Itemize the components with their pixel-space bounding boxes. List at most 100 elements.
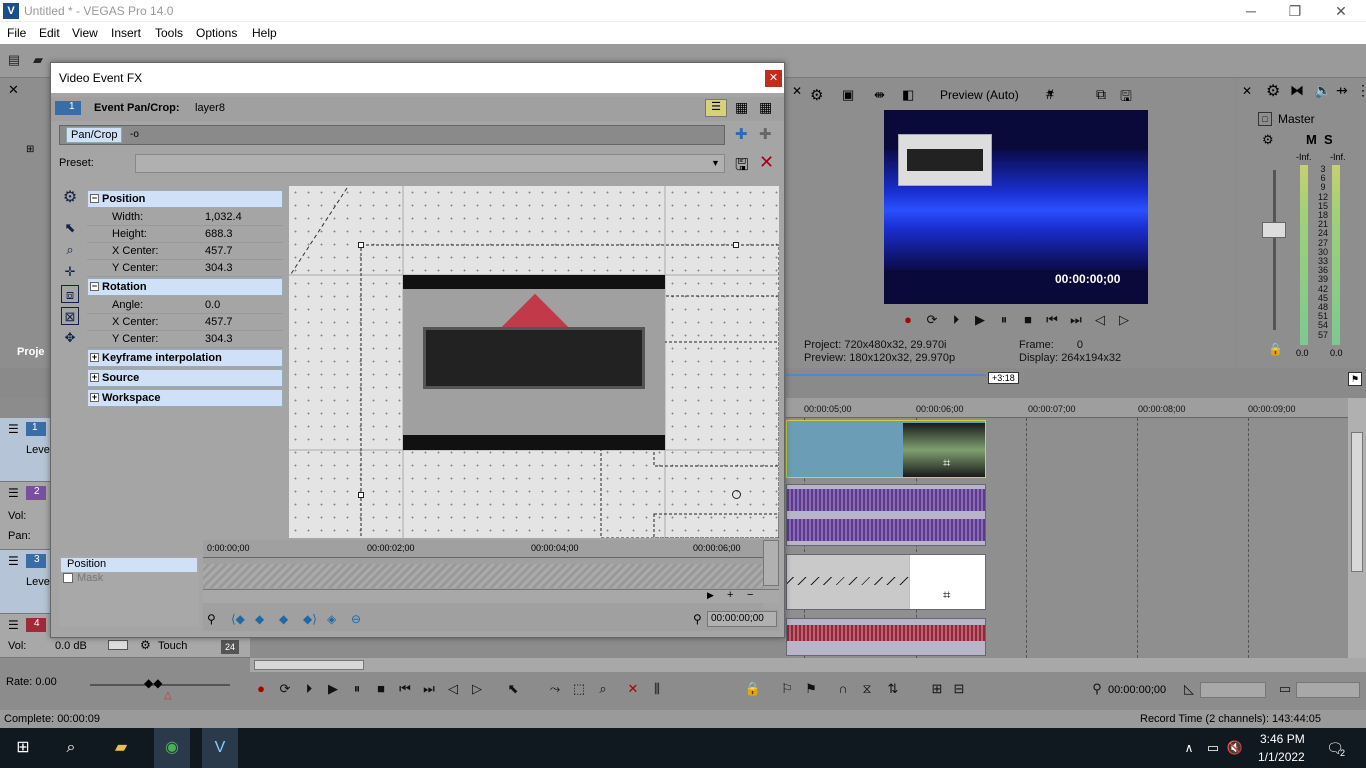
save-snapshot-icon[interactable]: 🖫 xyxy=(1120,86,1132,110)
prop-value-angle[interactable]: 0.0 xyxy=(205,299,283,315)
trim-icon[interactable]: ⫼ xyxy=(648,680,666,698)
remove-plugin-icon[interactable]: ✚ xyxy=(759,125,772,143)
sync-cursor-icon[interactable]: ⚲ xyxy=(207,612,216,626)
next-frame-icon[interactable]: ▷ xyxy=(1115,311,1133,329)
stop-icon[interactable]: ■ xyxy=(372,680,390,698)
expand-icon[interactable]: + xyxy=(90,373,99,382)
chrome-icon[interactable]: ◉ xyxy=(154,728,190,768)
track-minimize-icon[interactable]: ☰ xyxy=(8,554,19,568)
preview-mode-dropdown[interactable]: Preview (Auto) xyxy=(940,88,1019,102)
external-monitor-icon[interactable]: ▣ xyxy=(842,87,854,103)
snapping-icon[interactable]: ∩ xyxy=(834,680,852,698)
keyframe-lane[interactable] xyxy=(203,564,763,588)
volume-slider[interactable] xyxy=(108,640,128,650)
last-keyframe-icon[interactable]: ◆⟩ xyxy=(303,612,317,626)
pause-icon[interactable]: ⏸ xyxy=(995,311,1013,329)
go-to-start-icon[interactable]: ⏮ xyxy=(1043,311,1061,329)
stop-icon[interactable]: ■ xyxy=(1019,311,1037,329)
prop-value-y-center[interactable]: 304.3 xyxy=(205,262,283,278)
normal-edit-tool-icon[interactable]: ⬉ xyxy=(504,680,522,698)
section-workspace[interactable]: + Workspace xyxy=(87,389,283,407)
next-keyframe-icon[interactable]: ◆ xyxy=(279,612,288,626)
cursor-timecode[interactable]: 00:00:00;00 xyxy=(1108,684,1166,696)
enable-snapping-icon[interactable]: ⧈ xyxy=(61,285,79,303)
move-anchor-icon[interactable]: ✛ xyxy=(61,263,79,281)
prop-value-rot-y-center[interactable]: 304.3 xyxy=(205,333,283,349)
go-to-end-icon[interactable]: ⏭ xyxy=(420,680,438,698)
keyframe-track-mask[interactable]: Mask xyxy=(77,572,103,584)
keyframe-timecode[interactable]: 00:00:00;00 xyxy=(707,611,777,627)
master-solo-button[interactable]: S xyxy=(1324,132,1333,147)
taskbar-clock-date[interactable]: 1/1/2022 xyxy=(1258,750,1305,764)
close-window-button[interactable]: ✕ xyxy=(1318,2,1364,20)
keyframe-horizontal-scrollbar[interactable]: ▶ + − xyxy=(203,589,779,603)
show-hidden-icons-icon[interactable]: ∧ xyxy=(1176,736,1202,760)
play-icon[interactable]: ▶ xyxy=(971,311,989,329)
tree-expand-icon[interactable]: ⊞ xyxy=(26,144,34,155)
next-frame-icon[interactable]: ▷ xyxy=(468,680,486,698)
section-keyframe-interpolation[interactable]: + Keyframe interpolation xyxy=(87,349,283,367)
record-icon[interactable]: ● xyxy=(899,311,917,329)
chevron-down-icon[interactable]: ▼ xyxy=(711,158,720,168)
pan-crop-workspace[interactable] xyxy=(289,186,779,538)
dim-output-icon[interactable]: 🔈 xyxy=(1314,82,1331,99)
loop-region-bar[interactable] xyxy=(786,374,986,376)
save-preset-icon[interactable]: 🖫 xyxy=(735,154,749,181)
settings-gear-icon[interactable]: ⚙ xyxy=(61,189,79,207)
insert-marker-icon[interactable]: ⚐ xyxy=(778,680,796,698)
crop-handle[interactable] xyxy=(358,492,364,498)
mixer-settings-gear-icon[interactable]: ⚙ xyxy=(1266,81,1280,101)
view-small-icons-icon[interactable]: ▦ xyxy=(735,99,748,116)
vegas-taskbar-icon[interactable]: V xyxy=(202,728,238,768)
scrollbar-thumb[interactable] xyxy=(1351,432,1363,572)
mask-checkbox[interactable] xyxy=(63,573,73,583)
downmix-icon[interactable]: ⧓ xyxy=(1290,82,1304,99)
track-minimize-icon[interactable]: ☰ xyxy=(8,422,19,436)
zoom-tool-icon[interactable]: ⌕ xyxy=(594,680,612,698)
mixer-fx-icon[interactable]: ⇸ xyxy=(1336,82,1348,99)
add-keyframe-icon[interactable]: ◈ xyxy=(327,612,336,626)
pan-crop-icon[interactable]: ⌗ xyxy=(943,587,950,603)
delete-preset-icon[interactable]: ✕ xyxy=(759,152,774,173)
windows-start-icon[interactable]: ⊞ xyxy=(10,736,36,760)
go-to-start-icon[interactable]: ⏮ xyxy=(396,680,414,698)
normal-edit-tool-icon[interactable]: ⬉ xyxy=(61,219,79,237)
pause-icon[interactable]: ⏸ xyxy=(348,680,366,698)
project-media-tab[interactable]: Proje xyxy=(17,346,45,358)
zoom-in-icon[interactable]: + xyxy=(727,589,733,601)
panel-close-icon[interactable]: ✕ xyxy=(8,82,19,98)
prop-value-width[interactable]: 1,032.4 xyxy=(205,211,283,227)
collapse-icon[interactable]: − xyxy=(90,282,99,291)
preview-close-icon[interactable]: ✕ xyxy=(792,84,802,98)
marker-flag-icon[interactable]: ⚑ xyxy=(1348,372,1362,386)
prop-value-x-center[interactable]: 457.7 xyxy=(205,245,283,261)
automation-gear-icon[interactable]: ⚙ xyxy=(140,638,151,652)
play-from-start-icon[interactable]: ⏵ xyxy=(947,311,965,329)
timeline-vertical-scrollbar[interactable] xyxy=(1348,398,1366,658)
lock-envelopes-icon[interactable]: ⊞ xyxy=(928,680,946,698)
copy-snapshot-icon[interactable]: ⧉ xyxy=(1096,86,1106,103)
previous-keyframe-icon[interactable]: ◆ xyxy=(255,612,264,626)
taskbar-clock-time[interactable]: 3:46 PM xyxy=(1260,732,1305,746)
ripple-edit-icon[interactable]: ⇅ xyxy=(884,680,902,698)
delete-icon[interactable]: ✕ xyxy=(624,680,642,698)
mixer-menu-icon[interactable]: ⋮ xyxy=(1356,82,1366,99)
overlay-grid-icon[interactable]: # xyxy=(1046,86,1054,102)
menu-edit[interactable]: Edit xyxy=(39,26,60,40)
play-from-start-icon[interactable]: ⏵ xyxy=(300,680,318,698)
split-screen-icon[interactable]: ⇼ xyxy=(874,87,885,103)
menu-insert[interactable]: Insert xyxy=(111,26,141,40)
new-file-icon[interactable]: ▤ xyxy=(6,52,22,68)
preset-dropdown[interactable]: ▼ xyxy=(135,154,725,173)
dialog-close-button[interactable]: ✕ xyxy=(765,70,782,87)
video-event-clip-3[interactable]: ⌗ xyxy=(786,554,986,610)
previous-frame-icon[interactable]: ◁ xyxy=(444,680,462,698)
timeline-horizontal-scrollbar[interactable] xyxy=(250,658,1366,672)
first-keyframe-icon[interactable]: ⟨◆ xyxy=(231,612,245,626)
automation-mode-label[interactable]: Touch xyxy=(158,640,187,652)
minimize-button[interactable]: ─ xyxy=(1228,2,1274,20)
volume-muted-icon[interactable]: 🔇 xyxy=(1222,736,1248,760)
track-minimize-icon[interactable]: ☰ xyxy=(8,486,19,500)
rotation-handle[interactable] xyxy=(732,490,741,499)
previous-frame-icon[interactable]: ◁ xyxy=(1091,311,1109,329)
